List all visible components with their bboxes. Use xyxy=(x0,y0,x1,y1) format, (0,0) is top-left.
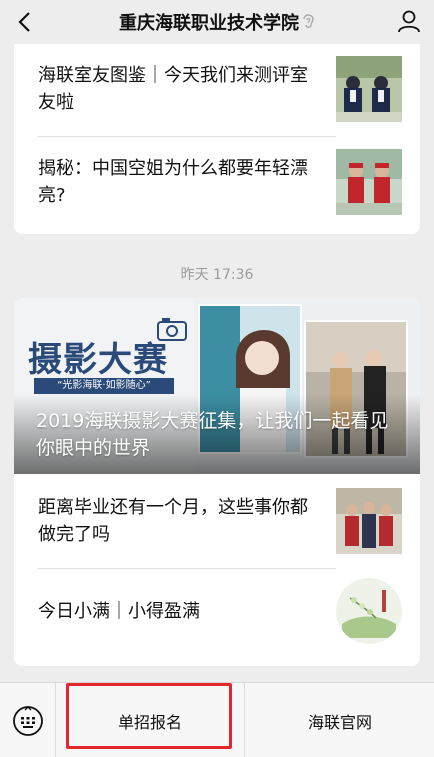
keyboard-toggle-button[interactable] xyxy=(0,683,56,757)
list-item[interactable]: 今日小满｜小得盈满 xyxy=(14,568,420,660)
keyboard-icon xyxy=(12,705,43,736)
menu-item-single-enrollment[interactable]: 单招报名 xyxy=(56,683,245,757)
chevron-left-icon xyxy=(18,12,30,32)
back-button[interactable] xyxy=(10,8,38,36)
article-title[interactable]: 海联室友图鉴｜今天我们来测评室友啦 xyxy=(38,62,318,116)
list-item[interactable]: 海联室友图鉴｜今天我们来测评室友啦 xyxy=(14,44,420,136)
account-name: 重庆海联职业技术学院 xyxy=(119,13,299,34)
article-title[interactable]: 今日小满｜小得盈满 xyxy=(38,598,318,625)
bottom-menu-bar: 单招报名 海联官网 xyxy=(0,682,434,757)
user-icon xyxy=(398,10,420,33)
menu-item-label: 海联官网 xyxy=(307,712,372,732)
ear-icon xyxy=(303,14,314,28)
message-timestamp: 昨天 17:36 xyxy=(180,267,254,283)
nav-bar: 重庆海联职业技术学院 xyxy=(0,0,434,44)
menu-item-label: 单招报名 xyxy=(117,712,182,732)
list-item[interactable]: 距离毕业还有一个月，这些事你都做完了吗 xyxy=(14,476,420,568)
article-card-1: 海联室友图鉴｜今天我们来测评室友啦 揭秘：中国空姐为什么都要年轻漂亮? xyxy=(14,44,420,234)
menu-item-official-site[interactable]: 海联官网 xyxy=(246,683,434,757)
article-thumbnail[interactable] xyxy=(336,488,402,554)
article-thumbnail[interactable] xyxy=(336,56,402,122)
banner-caption[interactable]: 2019海联摄影大赛征集，让我们一起看见你眼中的世界 xyxy=(36,408,406,462)
article-card-2: 摄影大赛 “光影海联·如影随心” 2019海联摄影大赛征集，让我们一起看见你眼中… xyxy=(14,298,420,666)
page-title: 重庆海联职业技术学院 xyxy=(119,9,315,35)
banner-article[interactable]: 摄影大赛 “光影海联·如影随心” 2019海联摄影大赛征集，让我们一起看见你眼中… xyxy=(14,298,420,474)
profile-button[interactable] xyxy=(394,6,424,36)
article-thumbnail[interactable] xyxy=(336,149,402,215)
banner-slogan: “光影海联·如影随心” xyxy=(57,380,151,391)
article-title[interactable]: 距离毕业还有一个月，这些事你都做完了吗 xyxy=(38,494,318,548)
article-thumbnail[interactable] xyxy=(336,578,402,644)
banner-heading: 摄影大赛 xyxy=(28,340,168,380)
article-title[interactable]: 揭秘：中国空姐为什么都要年轻漂亮? xyxy=(38,155,318,209)
list-item[interactable]: 揭秘：中国空姐为什么都要年轻漂亮? xyxy=(14,137,420,229)
